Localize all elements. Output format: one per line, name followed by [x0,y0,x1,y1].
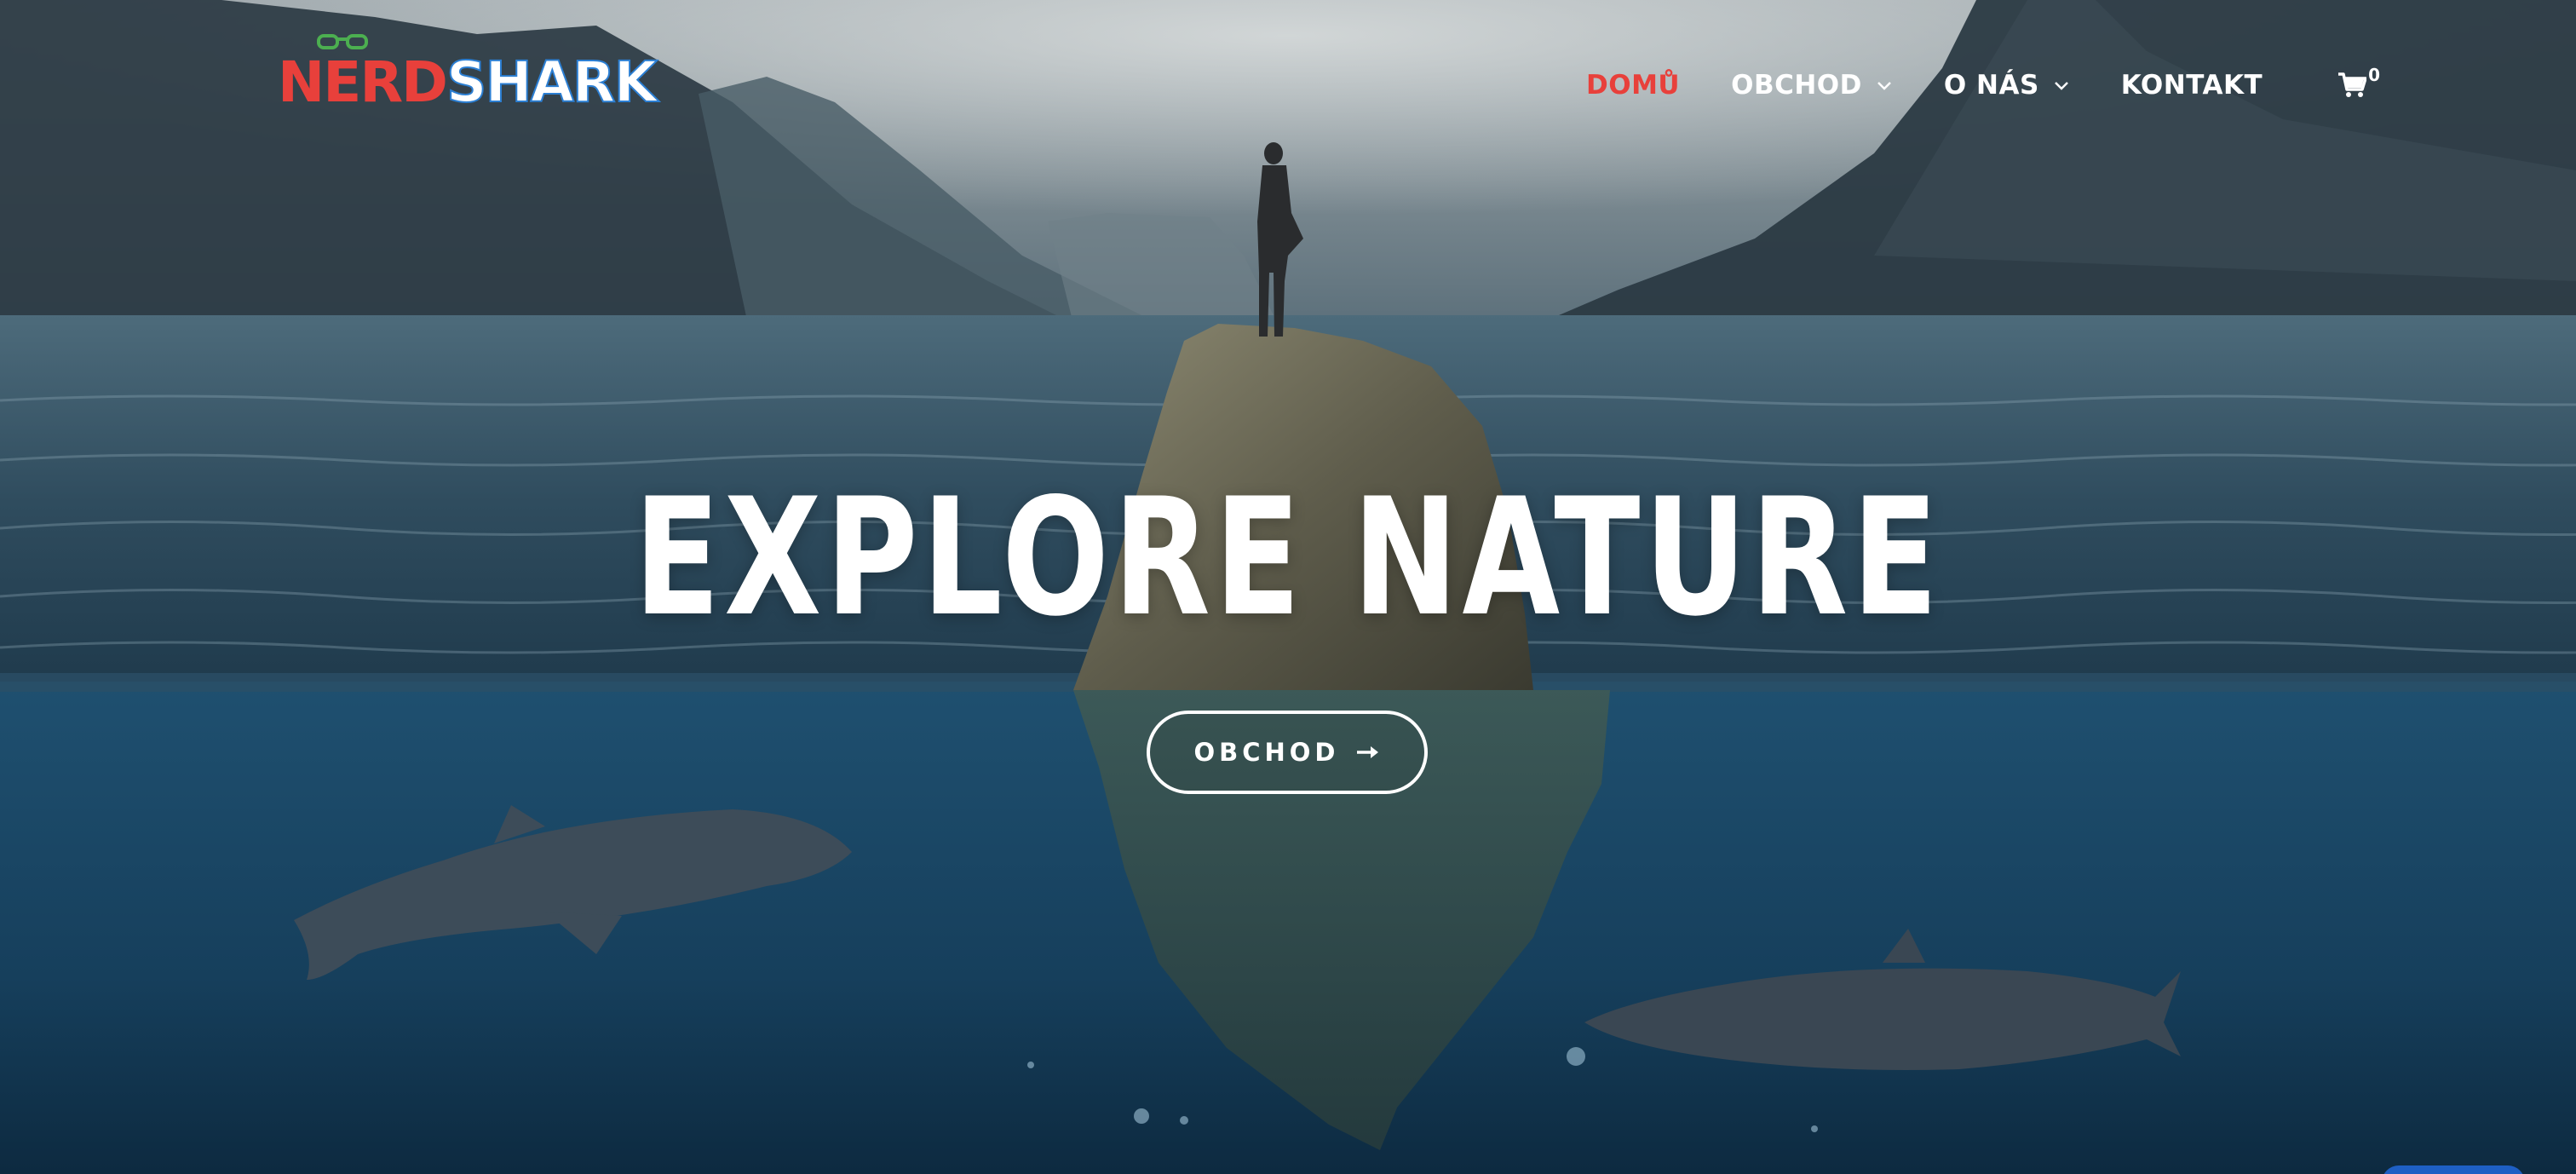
nav-item-label: DOMŮ [1586,70,1681,101]
shop-cta-button[interactable]: OBCHOD [1147,711,1428,794]
main-navigation: DOMŮ OBCHOD O NÁS KONTAKT 0 [1586,63,2380,107]
site-logo[interactable]: NERD SHARK [278,34,658,121]
arrow-right-icon [1356,746,1378,758]
nav-item-domu[interactable]: DOMŮ [1586,70,1680,101]
hero-section: NERD SHARK DOMŮ OBCHOD O NÁS KONTAKT 0 E… [0,0,2576,1174]
site-header: NERD SHARK DOMŮ OBCHOD O NÁS KONTAKT 0 [0,0,2576,170]
hero-headline: EXPLORE NATURE [634,463,1942,652]
shopping-cart-icon [2338,72,2367,97]
cta-label: OBCHOD [1193,738,1340,767]
chevron-down-icon [2054,82,2068,90]
nav-item-obchod[interactable]: OBCHOD [1731,70,1893,101]
logo-text-shark: SHARK [446,49,658,115]
nav-item-label: KONTAKT [2120,70,2263,101]
nav-item-label: O NÁS [1943,70,2039,101]
cart-button[interactable]: 0 [2337,65,2380,99]
cart-count-badge: 0 [2368,65,2381,85]
nav-item-o-nas[interactable]: O NÁS [1944,70,2070,101]
nav-item-label: OBCHOD [1731,70,1862,101]
glasses-icon [317,34,368,49]
chevron-down-icon [1877,82,1891,90]
chat-widget-tab[interactable] [2382,1165,2525,1174]
nav-item-kontakt[interactable]: KONTAKT [2121,70,2263,101]
logo-text-nerd: NERD [278,49,448,115]
